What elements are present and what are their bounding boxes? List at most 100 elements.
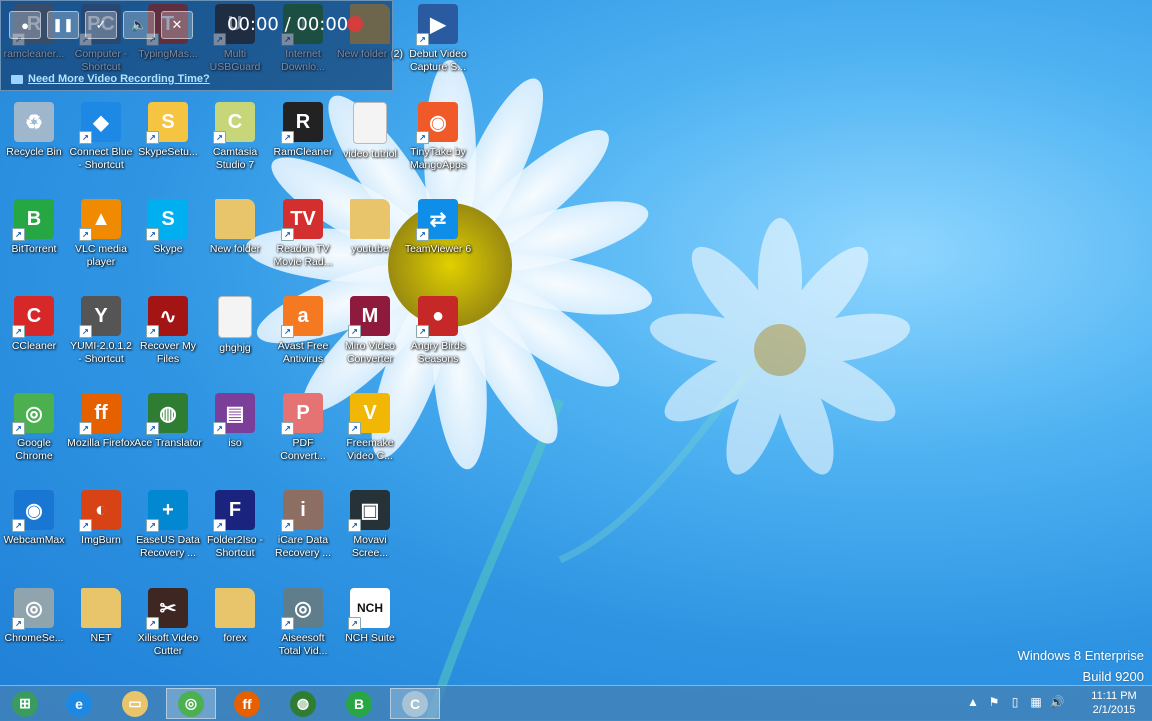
volume-icon[interactable]: 🔈 xyxy=(123,11,155,39)
shortcut-arrow-icon: ↗ xyxy=(281,617,294,630)
angry-birds-icon: ● ↗ xyxy=(416,296,458,338)
icon-glyph: ◎ xyxy=(294,597,312,620)
desktop-icon[interactable]: ▶ ↗ Debut Video Capture S... xyxy=(404,4,472,74)
shortcut-arrow-icon: ↗ xyxy=(213,131,226,144)
folder-icon xyxy=(81,588,121,628)
desktop-icon[interactable]: a ↗ Avast Free Antivirus xyxy=(269,296,337,366)
shortcut-arrow-icon: ↗ xyxy=(348,519,361,532)
desktop-icon[interactable]: ◎ ↗ Aiseesoft Total Vid... xyxy=(269,588,337,658)
desktop-icon[interactable]: ◉ ↗ WebcamMax xyxy=(0,490,68,547)
desktop-icon[interactable]: ghghjg xyxy=(201,296,269,355)
desktop-icon[interactable]: video tutriol xyxy=(336,102,404,161)
desktop-icon-label: EaseUS Data Recovery ... xyxy=(136,534,200,559)
windows-watermark: Windows 8 Enterprise Build 9200 xyxy=(1018,645,1144,687)
desktop-icon[interactable]: ◎ ↗ ChromeSe... xyxy=(0,588,68,645)
nch-suite-icon: NCH ↗ xyxy=(348,588,390,630)
icare-icon: i ↗ xyxy=(281,490,323,532)
desktop-icon-label: CCleaner xyxy=(11,340,57,352)
desktop-icon-label: Movavi Scree... xyxy=(351,534,389,559)
icon-glyph: TV xyxy=(290,207,316,230)
recording-time-link[interactable]: Need More Video Recording Time? xyxy=(11,73,210,85)
desktop-icon[interactable]: ▣ ↗ Movavi Scree... xyxy=(336,490,404,560)
taskbar-button[interactable]: ⊞ xyxy=(0,688,50,719)
desktop-icon[interactable]: ♻ Recycle Bin xyxy=(0,102,68,159)
icon-glyph: ⇄ xyxy=(429,208,447,231)
desktop-icon[interactable]: ◆ ↗ Connect Blue - Shortcut xyxy=(67,102,135,172)
shortcut-arrow-icon: ↗ xyxy=(281,519,294,532)
shortcut-arrow-icon: ↗ xyxy=(348,617,361,630)
shortcut-arrow-icon: ↗ xyxy=(146,422,159,435)
desktop-icon-label: VLC media player xyxy=(75,243,127,268)
taskbar-button[interactable]: ▭ xyxy=(110,688,160,719)
desktop-icon[interactable]: forex xyxy=(201,588,269,645)
desktop-icon[interactable]: ∿ ↗ Recover My Files xyxy=(134,296,202,366)
desktop-icon-label: Avast Free Antivirus xyxy=(277,340,329,365)
desktop-icon[interactable]: C ↗ Camtasia Studio 7 xyxy=(201,102,269,172)
desktop-icon[interactable]: ▲ ↗ VLC media player xyxy=(67,199,135,269)
taskbar-button[interactable]: ◎ xyxy=(166,688,216,719)
pdf-converter-icon: P ↗ xyxy=(281,393,323,435)
desktop-icon[interactable]: P ↗ PDF Convert... xyxy=(269,393,337,463)
icon-glyph: ◐ xyxy=(94,498,108,521)
desktop-icon[interactable]: Y ↗ YUMI-2.0.1.2 - Shortcut xyxy=(67,296,135,366)
desktop-icon[interactable]: C ↗ CCleaner xyxy=(0,296,68,353)
shortcut-arrow-icon: ↗ xyxy=(12,617,25,630)
desktop-icon[interactable]: ▤ ↗ iso xyxy=(201,393,269,450)
pause-icon[interactable]: ❚❚ xyxy=(47,11,79,39)
icon-glyph: ff xyxy=(94,401,108,424)
device-icon[interactable]: ▯ xyxy=(1008,695,1022,709)
taskbar-button[interactable]: e xyxy=(54,688,104,719)
flag-icon[interactable]: ⚑ xyxy=(987,695,1001,709)
desktop-icon[interactable]: NCH ↗ NCH Suite xyxy=(336,588,404,645)
volume-icon[interactable]: 🔊 xyxy=(1050,695,1065,709)
desktop-icon[interactable]: ff ↗ Mozilla Firefox xyxy=(67,393,135,450)
record-icon[interactable]: ● xyxy=(9,11,41,39)
desktop-icon[interactable]: V ↗ Freemake Video C... xyxy=(336,393,404,463)
desktop-icon[interactable]: S ↗ Skype xyxy=(134,199,202,256)
desktop-icon-label: TinyTake by MangoApps xyxy=(409,146,467,171)
desktop-icon[interactable]: + ↗ EaseUS Data Recovery ... xyxy=(134,490,202,560)
shortcut-arrow-icon: ↗ xyxy=(416,131,429,144)
show-hidden-icons-icon[interactable]: ▲ xyxy=(966,695,980,709)
desktop-icon[interactable]: ◉ ↗ TinyTake by MangoApps xyxy=(404,102,472,172)
desktop-icon[interactable]: S ↗ SkypeSetu... xyxy=(134,102,202,159)
desktop-icon[interactable]: F ↗ Folder2Iso - Shortcut xyxy=(201,490,269,560)
icon-glyph: B xyxy=(26,207,42,230)
icon-glyph: ▣ xyxy=(360,499,380,522)
desktop-icon[interactable]: New folder xyxy=(201,199,269,256)
shortcut-arrow-icon: ↗ xyxy=(281,422,294,435)
network-icon[interactable]: ▦ xyxy=(1029,695,1043,709)
desktop-icon[interactable]: M ↗ Miro Video Converter xyxy=(336,296,404,366)
desktop-icon[interactable]: youtube xyxy=(336,199,404,256)
connect-blue-icon: ◆ ↗ xyxy=(79,102,121,144)
desktop-icon-label: BitTorrent xyxy=(11,243,57,255)
desktop-icon[interactable]: TV ↗ Readon TV Movie Rad... xyxy=(269,199,337,269)
taskbar-button[interactable]: ◍ xyxy=(278,688,328,719)
desktop-icon[interactable]: ◍ ↗ Ace Translator xyxy=(134,393,202,450)
desktop-icon-label: Google Chrome xyxy=(15,437,53,462)
movavi-icon: ▣ ↗ xyxy=(348,490,390,532)
close-icon[interactable]: ✕ xyxy=(161,11,193,39)
icon-glyph: F xyxy=(228,498,242,521)
desktop-icon[interactable]: ● ↗ Angry Birds Seasons xyxy=(404,296,472,366)
desktop-icon[interactable]: R ↗ RamCleaner xyxy=(269,102,337,159)
desktop-icon-label: Mozilla Firefox xyxy=(67,437,135,449)
desktop-icon-label: WebcamMax xyxy=(3,534,65,546)
desktop-icon[interactable]: ⇄ ↗ TeamViewer 6 xyxy=(404,199,472,256)
taskbar-button[interactable]: ff xyxy=(222,688,272,719)
shortcut-arrow-icon: ↗ xyxy=(213,519,226,532)
shortcut-arrow-icon: ↗ xyxy=(79,228,92,241)
checkmark-icon[interactable]: ✓ xyxy=(85,11,117,39)
desktop-icon-label: Recycle Bin xyxy=(6,146,62,158)
desktop-icon[interactable]: ◎ ↗ Google Chrome xyxy=(0,393,68,463)
desktop-icon[interactable]: ✂ ↗ Xilisoft Video Cutter xyxy=(134,588,202,658)
taskbar-button[interactable]: B xyxy=(334,688,384,719)
taskbar-button[interactable]: C xyxy=(390,688,440,719)
desktop-icon[interactable]: ◐ ↗ ImgBurn xyxy=(67,490,135,547)
desktop-icon[interactable]: NET xyxy=(67,588,135,645)
avast-icon: a ↗ xyxy=(281,296,323,338)
desktop-icon[interactable]: B ↗ BitTorrent xyxy=(0,199,68,256)
taskbar-clock[interactable]: 11:11 PM 2/1/2015 xyxy=(1080,689,1148,717)
desktop-icon-label: youtube xyxy=(351,243,389,255)
desktop-icon[interactable]: i ↗ iCare Data Recovery ... xyxy=(269,490,337,560)
